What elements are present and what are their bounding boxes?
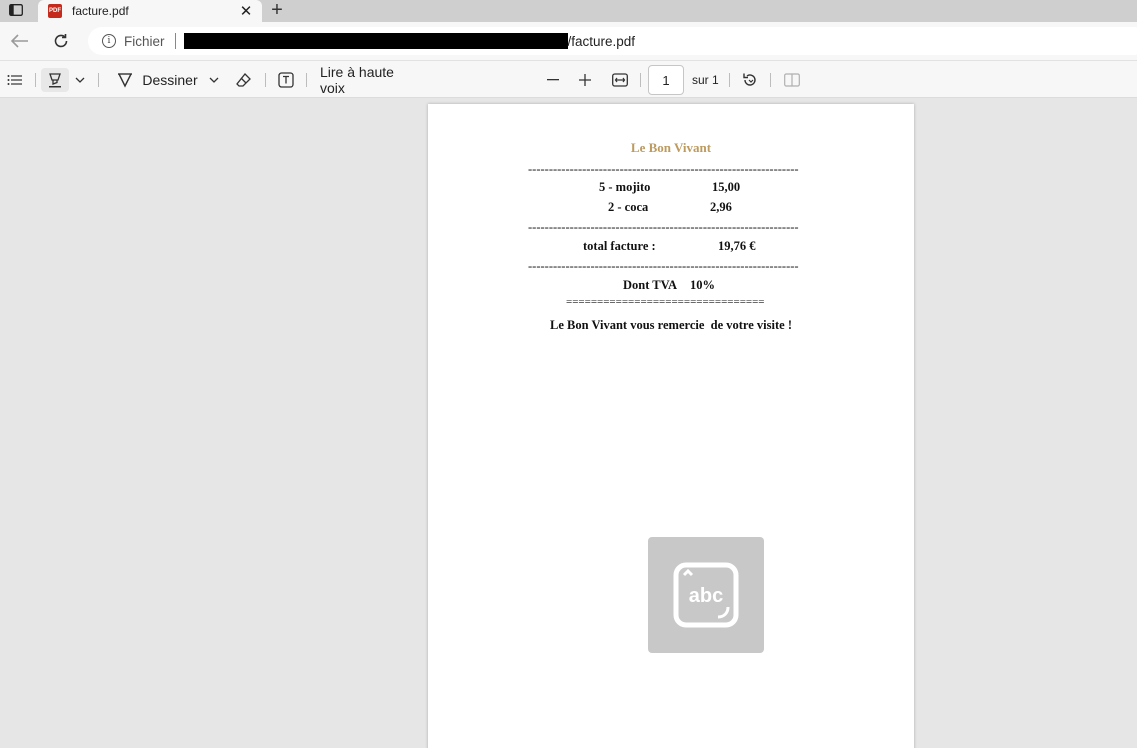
tab-actions-icon[interactable] — [6, 2, 26, 18]
draw-button[interactable]: Dessiner — [142, 68, 198, 92]
fit-width-icon[interactable] — [609, 68, 631, 92]
pdf-icon: PDF — [48, 4, 62, 18]
two-page-view-icon[interactable] — [781, 68, 803, 92]
item-amount: 2,96 — [710, 200, 732, 214]
address-scheme: Fichier — [124, 33, 165, 49]
toolbar-separator — [640, 73, 641, 87]
receipt-header: Le Bon Vivant — [630, 140, 712, 155]
address-separator — [174, 33, 176, 49]
tab-facture[interactable]: PDF facture.pdf ✕ — [38, 0, 262, 22]
address-path: /facture.pdf — [567, 33, 636, 49]
text-box-icon[interactable] — [276, 68, 296, 92]
tva-value: 10% — [690, 278, 715, 292]
draw-label: Dessiner — [142, 72, 198, 88]
zoom-out-icon[interactable] — [543, 68, 563, 92]
toolbar-separator — [35, 73, 36, 87]
rotate-icon[interactable] — [739, 68, 761, 92]
tab-strip: PDF facture.pdf ✕ + — [0, 0, 1137, 22]
read-aloud-label: Lire à haute voix — [320, 64, 394, 96]
page-number-input[interactable]: 1 — [648, 65, 684, 95]
receipt-divider: ----------------------------------------… — [528, 162, 799, 176]
table-of-contents-icon[interactable] — [5, 68, 25, 92]
total-label: total facture : — [583, 239, 656, 253]
read-aloud-button[interactable]: Lire à haute voix — [320, 64, 420, 96]
eraser-icon[interactable] — [234, 68, 254, 92]
pdf-viewer[interactable]: Le Bon Vivant --------------------------… — [0, 98, 1137, 748]
redacted-path — [183, 33, 568, 49]
ocr-text-recognition-overlay[interactable]: abc — [648, 537, 764, 653]
highlight-chevron-down-icon[interactable] — [72, 68, 88, 92]
draw-icon[interactable] — [115, 68, 135, 92]
item-label: 2 - coca — [608, 200, 649, 214]
toolbar-separator — [98, 73, 99, 87]
total-value: 19,76 € — [718, 239, 756, 253]
receipt-thanks: Le Bon Vivant vous remercie de votre vis… — [550, 318, 792, 332]
receipt-divider: ----------------------------------------… — [528, 259, 799, 273]
draw-chevron-down-icon[interactable] — [206, 68, 222, 92]
ocr-icon-text: abc — [689, 585, 723, 607]
tva-label: Dont TVA — [623, 278, 678, 292]
new-tab-button[interactable]: + — [266, 0, 288, 21]
highlight-icon[interactable] — [41, 68, 69, 92]
pdf-toolbar: Dessiner Lire à haute voix 1 sur 1 — [0, 60, 1137, 98]
navigation-bar: i Fichier /facture.pdf — [0, 22, 1137, 60]
item-label: 5 - mojito — [599, 180, 651, 194]
zoom-in-icon[interactable] — [575, 68, 595, 92]
tab-title: facture.pdf — [72, 4, 129, 18]
receipt-divider: ----------------------------------------… — [528, 220, 799, 234]
toolbar-separator — [265, 73, 266, 87]
address-bar[interactable]: i Fichier /facture.pdf — [88, 27, 1137, 55]
toolbar-separator — [770, 73, 771, 87]
toolbar-separator — [306, 73, 307, 87]
item-amount: 15,00 — [712, 180, 741, 194]
text-recognition-icon: abc — [673, 562, 739, 628]
close-tab-icon[interactable]: ✕ — [236, 1, 256, 21]
back-arrow-icon[interactable] — [9, 30, 31, 52]
pdf-page: Le Bon Vivant --------------------------… — [428, 104, 914, 748]
info-icon[interactable]: i — [102, 34, 116, 48]
toolbar-separator — [729, 73, 730, 87]
page-count-label: sur 1 — [692, 73, 719, 87]
receipt-double-divider: ================================ — [566, 296, 765, 308]
refresh-icon[interactable] — [50, 30, 72, 52]
